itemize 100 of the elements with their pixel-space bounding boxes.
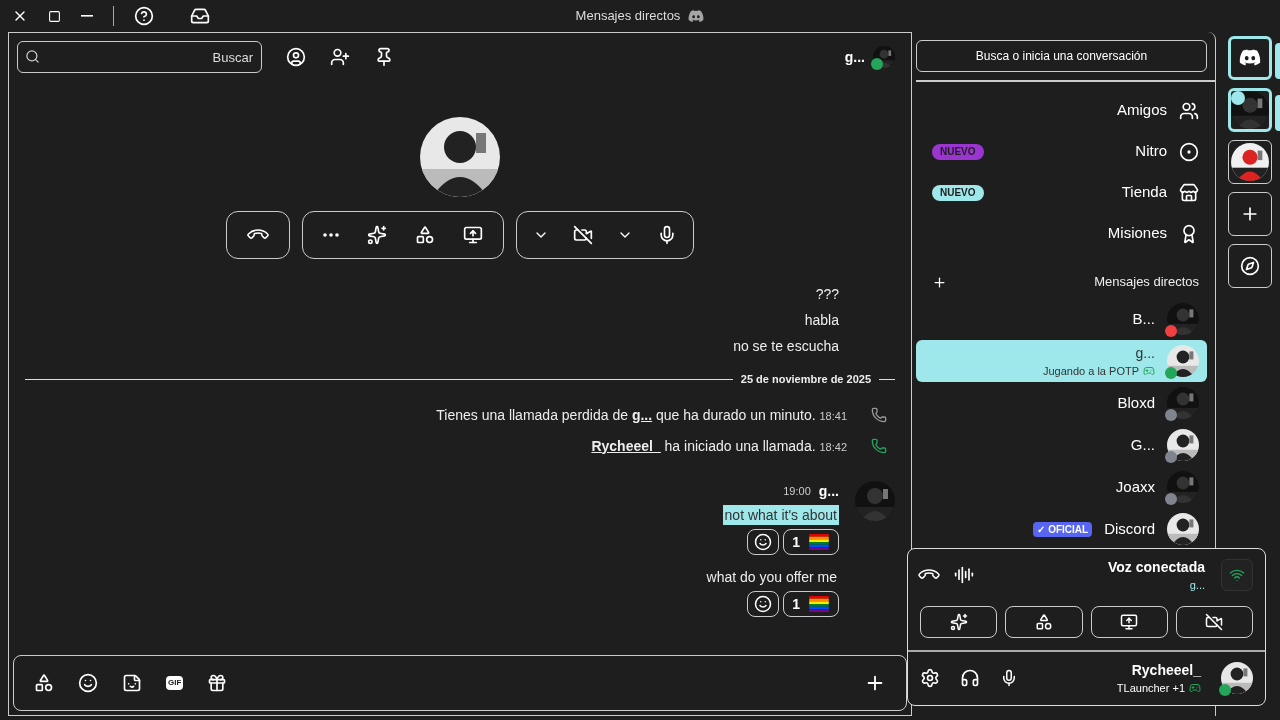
smile-icon (78, 673, 98, 693)
add-reaction-button[interactable] (747, 591, 780, 617)
section-header: Mensajes directos (1094, 273, 1199, 292)
voice-channel[interactable]: g... (1189, 577, 1205, 594)
chat-name: g... (844, 48, 865, 67)
call-event-text: Tienes una llamada perdida de g... que ha durado un minuto. 18:41 (436, 405, 847, 425)
camera-off-icon (573, 225, 593, 245)
profile-button[interactable] (286, 47, 306, 67)
user-link[interactable]: g... (631, 406, 653, 423)
dm-item[interactable]: G... (916, 424, 1207, 466)
discover-button[interactable] (1228, 244, 1272, 288)
server-button[interactable] (1228, 140, 1272, 184)
mic-button[interactable] (1000, 669, 1018, 688)
search-field[interactable]: Buscar (17, 41, 262, 73)
activities-button[interactable] (1005, 605, 1083, 638)
selected-indicator (1275, 43, 1280, 79)
noise-suppression-button[interactable] (954, 565, 974, 586)
nitro-icon (1179, 141, 1199, 162)
smile-icon (754, 533, 773, 551)
shapes-icon (1034, 612, 1053, 631)
headphones-icon (960, 668, 980, 689)
screen-share-icon (1120, 612, 1139, 631)
sparkles-icon (949, 612, 968, 631)
message-composer[interactable]: GIF (13, 655, 907, 711)
nav-item[interactable]: Nitro (1135, 140, 1199, 163)
message-text: no se te escucha (733, 337, 839, 356)
inbox-button[interactable] (190, 6, 210, 26)
add-server-button[interactable] (1228, 192, 1272, 236)
friends-icon (1179, 100, 1199, 121)
add-reaction-button[interactable] (747, 529, 780, 555)
find-conversation-button[interactable]: Busca o inicia una conversación (916, 40, 1207, 72)
message-time: 19:00 (783, 483, 811, 499)
sticker-button[interactable] (122, 673, 142, 693)
pin-icon (374, 47, 394, 67)
gif-button[interactable]: GIF (166, 676, 184, 690)
new-badge: NUEVO (932, 184, 984, 201)
screen-share-button[interactable] (1090, 605, 1168, 638)
gamepad-icon (1189, 682, 1201, 695)
phone-icon (871, 437, 887, 454)
search-icon (25, 49, 40, 64)
maximize-button[interactable] (48, 9, 61, 23)
window-title: Mensajes directos (575, 7, 681, 26)
call-event-text: Rycheeel_ ha iniciado una llamada. 18:42 (591, 436, 847, 456)
reaction-button[interactable]: 1 (783, 591, 839, 617)
date-divider: 25 de noviembre de 2025 (740, 371, 871, 387)
camera-off-icon (1205, 612, 1224, 631)
rainbow-flag-icon (808, 534, 830, 550)
gift-button[interactable] (207, 673, 228, 693)
sound-wave-icon (954, 565, 974, 586)
message-text: habla (804, 311, 839, 330)
effects-button[interactable] (920, 605, 998, 638)
official-badge: ✓ OFICIAL (1033, 521, 1093, 537)
voice-signal-icon (1221, 559, 1253, 592)
pin-button[interactable] (374, 47, 394, 67)
user-circle-icon (286, 47, 306, 67)
minus-icon (81, 15, 93, 17)
sticker-icon (122, 673, 142, 693)
selected-indicator (1275, 95, 1280, 131)
nav-item[interactable]: Misiones (1107, 222, 1199, 245)
dm-item[interactable]: Joaxx (916, 466, 1207, 508)
user-activity: TLauncher +1 (1116, 680, 1201, 697)
smile-icon (754, 595, 773, 613)
nav-item[interactable]: Amigos (1116, 99, 1199, 122)
more-icon (323, 233, 339, 237)
help-button[interactable] (134, 6, 154, 26)
plus-icon (932, 274, 947, 290)
user-name: Rycheeel_ (1131, 661, 1201, 680)
help-icon (134, 6, 154, 26)
discord-logo-icon (1239, 49, 1261, 67)
hang-up-button[interactable] (226, 211, 290, 259)
microphone-icon (657, 225, 677, 245)
add-friend-button[interactable] (330, 47, 350, 67)
sparkles-icon (367, 225, 387, 245)
discord-logo-icon (688, 9, 705, 23)
user-link[interactable]: Rycheeel_ (591, 437, 661, 454)
gift-icon (207, 673, 228, 693)
compass-icon (1240, 256, 1260, 276)
apps-button[interactable] (34, 673, 54, 693)
dm-item[interactable]: B... (916, 298, 1207, 340)
emoji-button[interactable] (78, 673, 98, 693)
shop-icon (1179, 182, 1199, 203)
screen-share-icon (463, 225, 483, 245)
microphone-icon (1000, 669, 1018, 688)
voice-status: Voz conectada (1108, 558, 1205, 577)
camera-button[interactable] (1175, 605, 1253, 638)
phone-icon (871, 406, 887, 423)
settings-icon (920, 668, 940, 689)
nav-item[interactable]: Tienda (1121, 181, 1199, 204)
headphones-button[interactable] (960, 668, 980, 689)
rainbow-flag-icon (808, 596, 830, 612)
new-dm-button[interactable] (932, 274, 947, 290)
shapes-icon (34, 673, 54, 693)
reaction-button[interactable]: 1 (783, 529, 839, 555)
dm-item[interactable]: Bloxd (916, 382, 1207, 424)
author-name[interactable]: g... (818, 481, 839, 501)
shapes-icon (415, 225, 435, 245)
message-text: what do you offer me (705, 568, 838, 587)
settings-button[interactable] (920, 668, 940, 689)
dm-item[interactable]: g... Jugando a la POTP (916, 340, 1207, 382)
new-badge: NUEVO (932, 143, 984, 160)
